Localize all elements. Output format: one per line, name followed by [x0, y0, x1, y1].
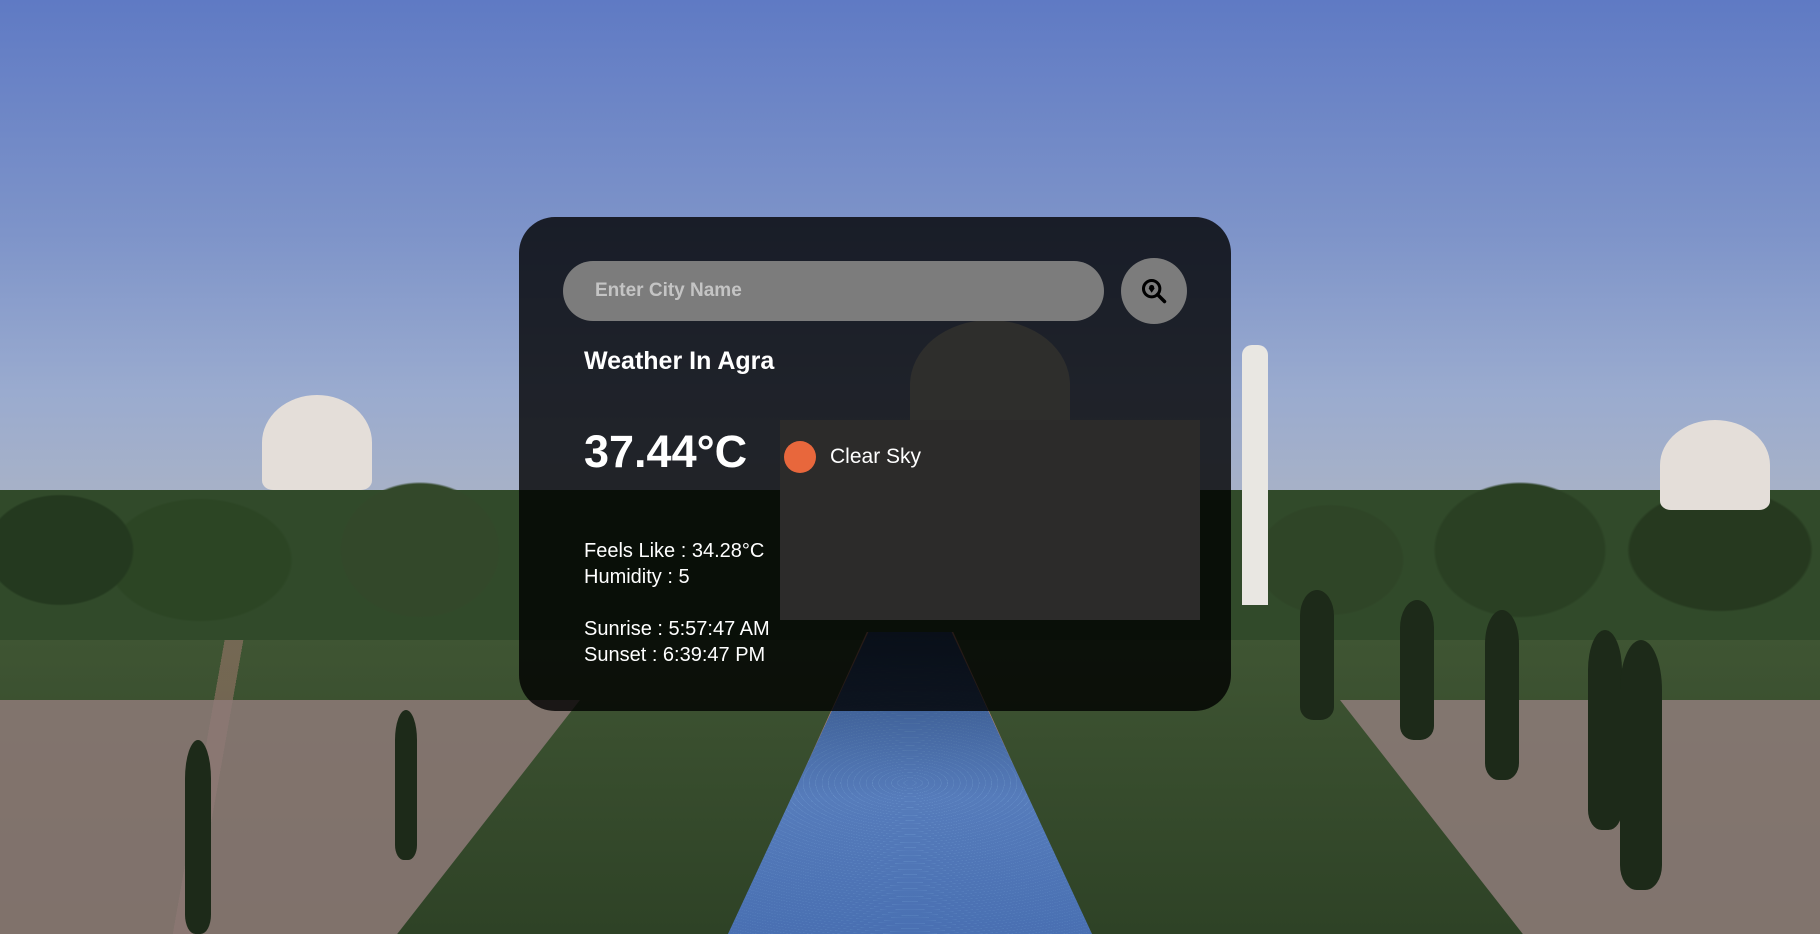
city-search-input[interactable]: [563, 261, 1104, 321]
search-bar: [563, 258, 1187, 324]
background-cypress: [1300, 590, 1334, 720]
background-cypress: [1620, 640, 1662, 890]
sunrise-text: Sunrise : 5:57:47 AM: [584, 618, 770, 640]
details-spacer: [584, 590, 770, 616]
background-cypress: [1400, 600, 1434, 740]
background-cypress: [395, 710, 417, 860]
background-cypress: [185, 740, 211, 934]
weather-condition: Clear Sky: [784, 441, 921, 473]
humidity-text: Humidity : 5: [584, 566, 690, 588]
search-button[interactable]: [1121, 258, 1187, 324]
feels-like-text: Feels Like : 34.28°C: [584, 540, 765, 562]
condition-description: Clear Sky: [830, 445, 922, 468]
weather-card: Weather In Agra 37.44°C Clear Sky Feels …: [519, 217, 1231, 711]
temperature-value: 37.44°C: [584, 426, 748, 477]
background-cypress: [1588, 630, 1622, 830]
background-cypress: [1485, 610, 1519, 780]
location-search-icon: [1141, 278, 1167, 304]
background-minaret: [1242, 345, 1268, 605]
sun-icon: [784, 441, 816, 473]
weather-details: Feels Like : 34.28°C Humidity : 5 Sunris…: [584, 538, 770, 668]
city-title: Weather In Agra: [584, 347, 775, 375]
background-right-dome: [1660, 420, 1770, 510]
sunset-text: Sunset : 6:39:47 PM: [584, 644, 766, 666]
background-left-dome: [262, 395, 372, 490]
